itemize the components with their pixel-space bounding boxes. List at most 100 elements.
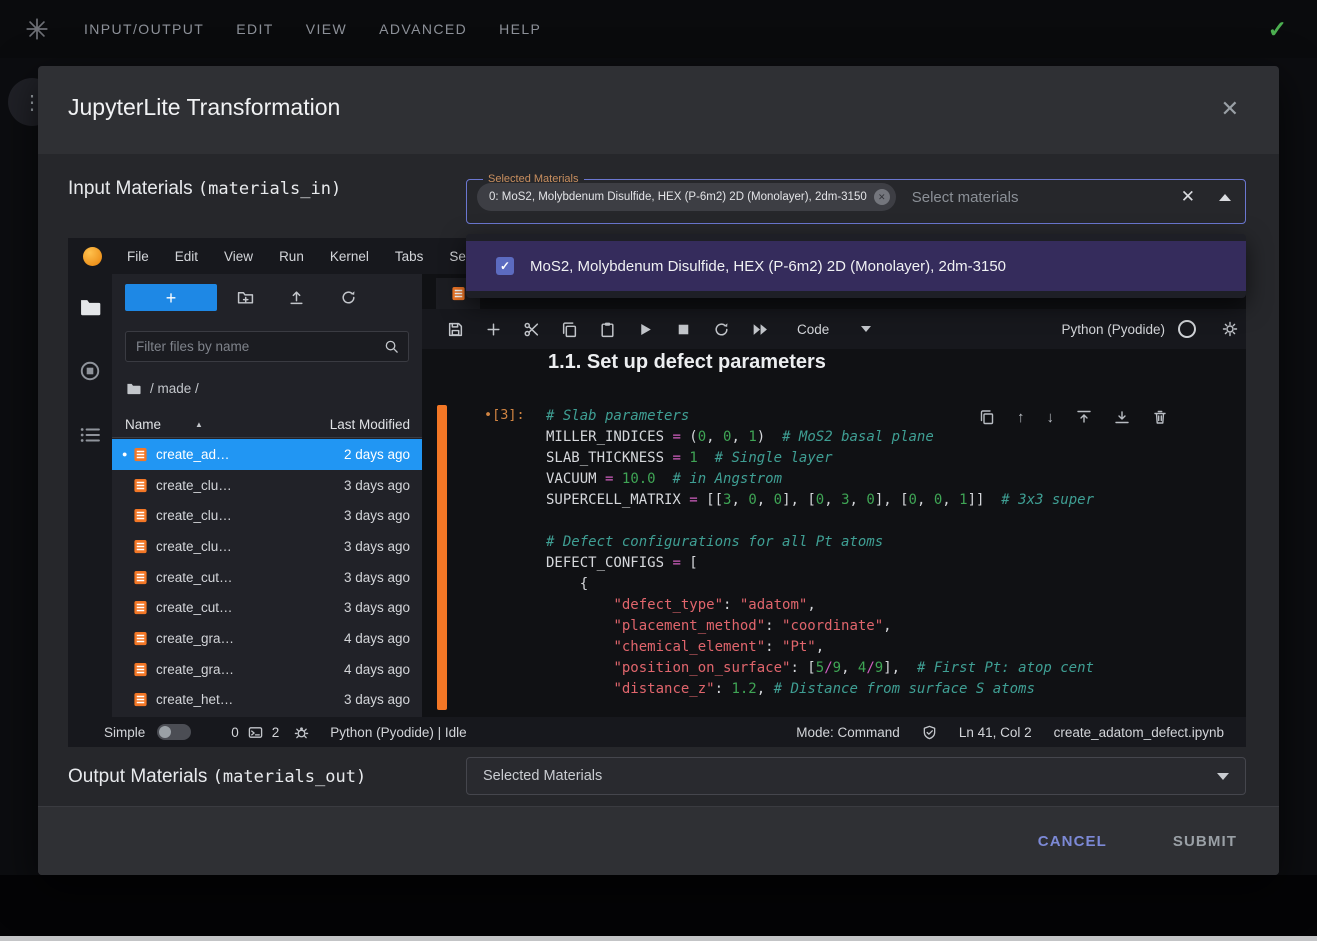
file-row[interactable]: create_clu…3 days ago — [112, 531, 422, 562]
copy-cells-icon[interactable] — [561, 321, 578, 338]
kernel-sessions-count[interactable]: 0 — [231, 725, 239, 740]
filter-files-input[interactable]: Filter files by name — [125, 331, 409, 362]
terminal-icon[interactable] — [248, 725, 263, 740]
app-menu-item[interactable]: EDIT — [220, 21, 290, 37]
file-row[interactable]: ●create_ad…2 days ago — [112, 439, 422, 470]
new-folder-icon[interactable] — [237, 289, 254, 306]
apply-check-icon[interactable]: ✓ — [1268, 16, 1287, 43]
refresh-icon[interactable] — [340, 289, 357, 306]
cell-type-select[interactable]: Code — [797, 322, 871, 337]
input-materials-label: Input Materials (materials_in) — [68, 178, 341, 200]
trust-shield-icon[interactable] — [922, 725, 937, 740]
cursor-position[interactable]: Ln 41, Col 2 — [959, 725, 1032, 740]
cell-collapser[interactable] — [437, 405, 447, 710]
file-row[interactable]: create_gra…4 days ago — [112, 654, 422, 685]
column-last-modified[interactable]: Last Modified — [330, 417, 410, 432]
jupyter-statusbar: Simple 0 2 Python (Pyodide) | Idle Mode:… — [68, 717, 1246, 747]
input-materials-variable: (materials_in) — [198, 179, 341, 199]
chevron-down-icon — [861, 326, 871, 332]
chip-delete-icon[interactable]: ✕ — [874, 189, 890, 205]
file-row[interactable]: create_clu…3 days ago — [112, 470, 422, 501]
output-materials-select[interactable]: Selected Materials — [466, 757, 1246, 795]
code-line: # Defect configurations for all Pt atoms — [546, 532, 1202, 553]
chevron-up-icon[interactable] — [1219, 194, 1231, 201]
file-modified: 2 days ago — [344, 447, 410, 462]
save-icon[interactable] — [447, 321, 464, 338]
paste-cells-icon[interactable] — [599, 321, 616, 338]
jupyter-menu-item[interactable]: View — [211, 249, 266, 264]
debugger-bug-icon[interactable] — [294, 725, 309, 740]
stop-kernel-icon[interactable] — [675, 321, 692, 338]
file-name: create_het… — [156, 692, 344, 707]
kernel-name[interactable]: Python (Pyodide) — [1061, 322, 1165, 337]
code-line: "chemical_element": "Pt", — [546, 637, 1202, 658]
restart-kernel-icon[interactable] — [713, 321, 730, 338]
file-name: create_clu… — [156, 478, 344, 493]
file-row[interactable]: create_clu…3 days ago — [112, 500, 422, 531]
file-modified: 3 days ago — [344, 600, 410, 615]
delete-cell-icon[interactable] — [1152, 409, 1168, 425]
file-name: create_gra… — [156, 631, 344, 646]
insert-cell-above-icon[interactable] — [1076, 409, 1092, 425]
duplicate-cell-icon[interactable] — [979, 409, 995, 425]
insert-cell-icon[interactable] — [485, 321, 502, 338]
app-menu-item[interactable]: HELP — [483, 21, 557, 37]
jupyter-menu-item[interactable]: File — [114, 249, 162, 264]
upload-icon[interactable] — [288, 289, 305, 306]
file-browser-tab-icon[interactable] — [79, 296, 101, 318]
app-menu-item[interactable]: INPUT/OUTPUT — [68, 21, 220, 37]
gear-icon[interactable] — [1222, 321, 1238, 337]
file-name: create_ad… — [156, 447, 344, 462]
file-row[interactable]: create_cut…3 days ago — [112, 592, 422, 623]
jupyter-menu-item[interactable]: Kernel — [317, 249, 382, 264]
app-menu-item[interactable]: ADVANCED — [363, 21, 483, 37]
checkbox-checked-icon[interactable]: ✓ — [496, 257, 514, 275]
material-chip[interactable]: 0: MoS2, Molybdenum Disulfide, HEX (P-6m… — [477, 183, 896, 211]
file-name: create_cut… — [156, 600, 344, 615]
output-materials-label: Output Materials (materials_out) — [68, 766, 366, 788]
notebook-file-icon — [133, 539, 148, 554]
column-name[interactable]: Name — [125, 417, 161, 432]
file-row[interactable]: create_het…3 days ago — [112, 685, 422, 716]
file-row[interactable]: create_gra…4 days ago — [112, 623, 422, 654]
kernel-status-text[interactable]: Python (Pyodide) | Idle — [330, 725, 466, 740]
submit-button[interactable]: SUBMIT — [1167, 832, 1243, 851]
code-line: SUPERCELL_MATRIX = [[3, 0, 0], [0, 3, 0]… — [546, 490, 1202, 511]
table-of-contents-tab-icon[interactable] — [79, 424, 101, 446]
cut-cells-icon[interactable] — [523, 321, 540, 338]
running-kernels-tab-icon[interactable] — [79, 360, 101, 382]
materials-select-row: 0: MoS2, Molybdenum Disulfide, HEX (P-6m… — [467, 181, 1245, 213]
code-line: "defect_type": "adatom", — [546, 595, 1202, 616]
jupyter-menu-item[interactable]: Tabs — [382, 249, 437, 264]
file-name: create_cut… — [156, 570, 344, 585]
jupyter-menu-item[interactable]: Edit — [162, 249, 211, 264]
simple-mode-toggle[interactable] — [157, 724, 191, 740]
cancel-button[interactable]: CANCEL — [1032, 832, 1113, 851]
code-editor[interactable]: # Slab parametersMILLER_INDICES = (0, 0,… — [546, 406, 1202, 700]
app-menu-item[interactable]: VIEW — [290, 21, 363, 37]
file-row[interactable]: create_cut…3 days ago — [112, 562, 422, 593]
breadcrumb[interactable]: / made / — [126, 377, 199, 399]
simple-mode-label: Simple — [104, 725, 145, 740]
clear-selection-icon[interactable]: ✕ — [1181, 187, 1195, 207]
notebook-toolbar: Code Python (Pyodide) — [422, 309, 1246, 349]
insert-cell-below-icon[interactable] — [1114, 409, 1130, 425]
notebook-file-icon — [133, 692, 148, 707]
file-modified: 4 days ago — [344, 662, 410, 677]
dialog-title: JupyterLite Transformation — [68, 94, 340, 121]
restart-run-all-icon[interactable] — [751, 321, 768, 338]
close-dialog-button[interactable]: ✕ — [1221, 96, 1239, 122]
file-modified: 3 days ago — [344, 570, 410, 585]
terminal-sessions-count[interactable]: 2 — [272, 725, 280, 740]
new-launcher-button[interactable]: + — [125, 284, 217, 311]
materials-menu-item[interactable]: ✓ MoS2, Molybdenum Disulfide, HEX (P-6m2… — [466, 241, 1246, 291]
code-line: SLAB_THICKNESS = 1 # Single layer — [546, 448, 1202, 469]
run-cell-icon[interactable] — [637, 321, 654, 338]
notebook-file-icon — [133, 447, 148, 462]
materials-select[interactable]: Selected Materials 0: MoS2, Molybdenum D… — [466, 174, 1246, 224]
move-cell-up-icon[interactable]: ↑ — [1017, 410, 1025, 425]
kernel-status-icon[interactable] — [1178, 320, 1196, 338]
move-cell-down-icon[interactable]: ↓ — [1047, 410, 1055, 425]
jupyter-menu-item[interactable]: Run — [266, 249, 317, 264]
notebook-file-icon — [133, 508, 148, 523]
